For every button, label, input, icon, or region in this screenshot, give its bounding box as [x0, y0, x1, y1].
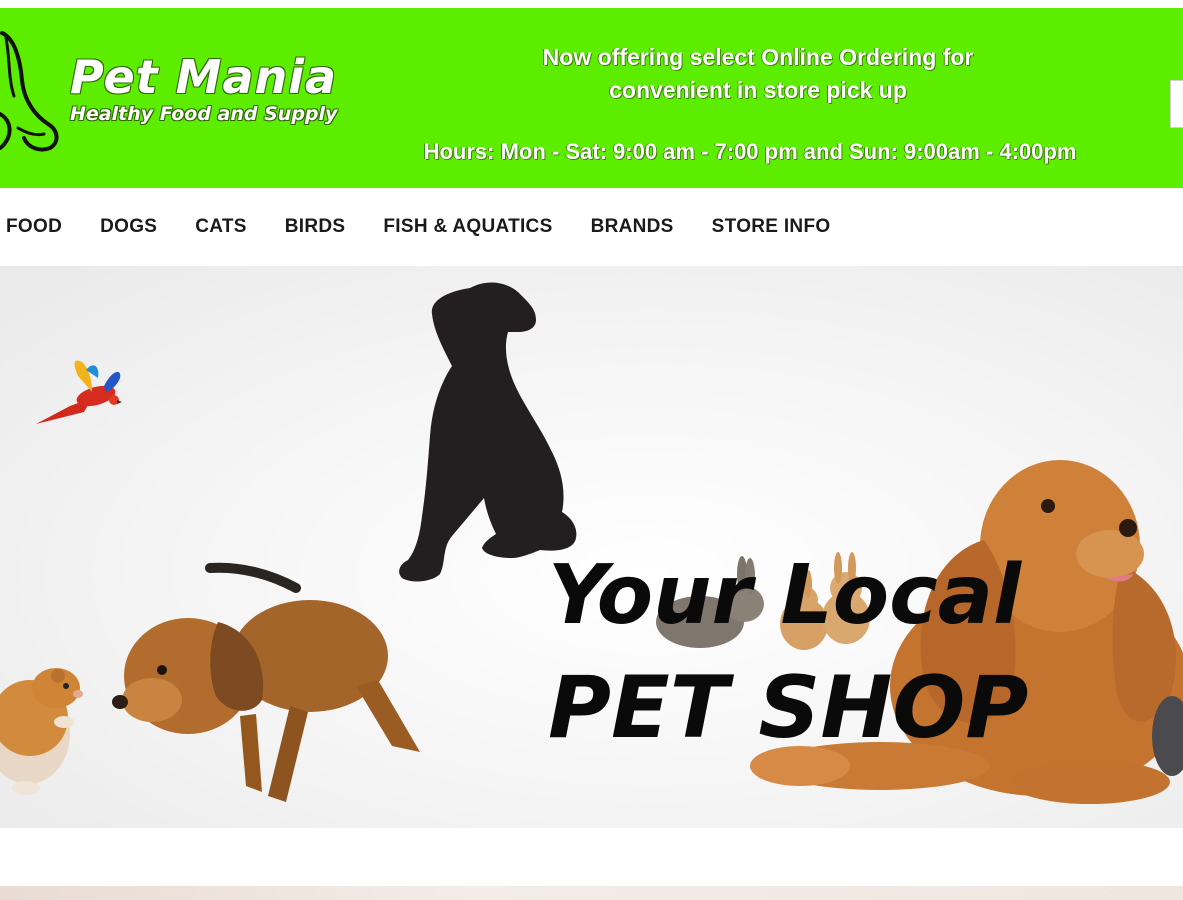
site-header: Pet Mania Healthy Food and Supply Now of… — [0, 8, 1183, 188]
nav-item-brands[interactable]: BRANDS — [591, 216, 674, 238]
nav-list: FOOD DOGS CATS BIRDS FISH & AQUATICS BRA… — [6, 188, 868, 266]
online-ordering-announcement: Now offering select Online Ordering for … — [542, 44, 974, 103]
dog-silhouette-image — [399, 282, 577, 582]
search-input[interactable] — [1170, 80, 1183, 128]
top-strip — [0, 0, 1183, 8]
parrot-image — [36, 360, 122, 424]
content-spacer — [0, 828, 1183, 886]
next-section-band — [0, 886, 1183, 900]
brand-tagline: Healthy Food and Supply — [70, 103, 338, 125]
puppy-image — [112, 562, 420, 802]
hero-headline-line1: Your Local — [548, 548, 1022, 643]
nav-item-cats[interactable]: CATS — [195, 216, 247, 238]
main-nav: FOOD DOGS CATS BIRDS FISH & AQUATICS BRA… — [0, 188, 1183, 266]
store-hours: Hours: Mon - Sat: 9:00 am - 7:00 pm and … — [423, 139, 1077, 164]
nav-item-fish-aquatics[interactable]: FISH & AQUATICS — [383, 216, 552, 238]
hamster-image — [0, 668, 83, 795]
nav-item-dogs[interactable]: DOGS — [100, 216, 157, 238]
hero-banner: Your Local PET SHOP — [0, 266, 1183, 828]
nav-item-store-info[interactable]: STORE INFO — [712, 216, 831, 238]
dog-logo-icon — [0, 31, 59, 152]
nav-item-birds[interactable]: BIRDS — [285, 216, 346, 238]
brand-name[interactable]: Pet Mania — [70, 50, 337, 104]
hero-headline-line2: PET SHOP — [548, 658, 1029, 758]
nav-item-food[interactable]: FOOD — [6, 216, 62, 238]
